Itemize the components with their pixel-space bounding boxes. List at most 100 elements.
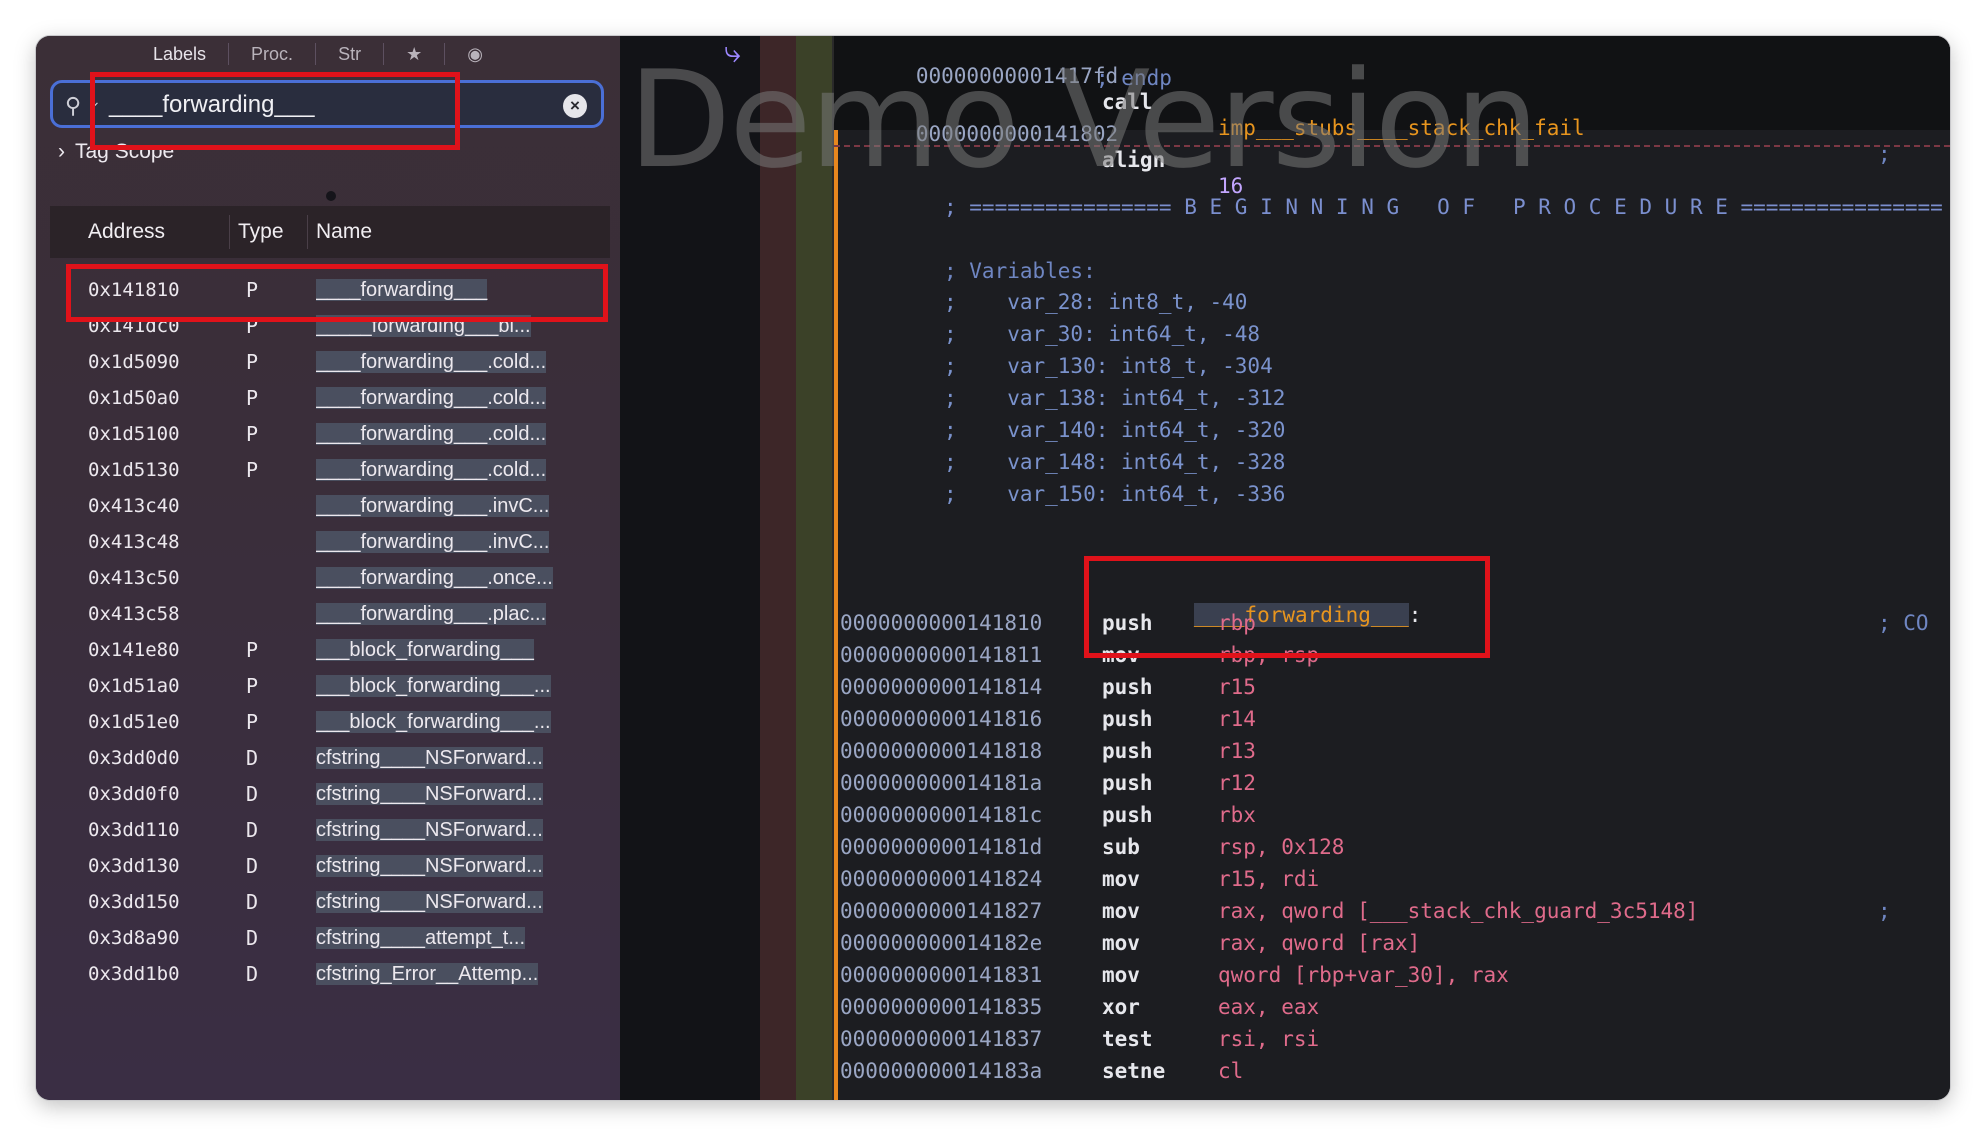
tab-strings[interactable]: Str	[316, 36, 383, 72]
code-line[interactable]: 0000000000141814 push r15	[840, 674, 1256, 700]
code-line[interactable]: 000000000014181d sub rsp, 0x128	[840, 834, 1344, 860]
mnemonic: xor	[1102, 995, 1140, 1019]
operand[interactable]: rsi, rsi	[1218, 1026, 1319, 1052]
table-row[interactable]: 0x1d5130 P ____forwarding___.cold...	[50, 452, 610, 488]
line-address: 000000000014182e	[840, 931, 1043, 955]
row-name-text: cfstring____NSForward...	[316, 746, 543, 769]
table-row[interactable]: 0x3dd150 Dcfstring____NSForward...	[50, 884, 610, 920]
table-row[interactable]: 0x3dd0d0 Dcfstring____NSForward...	[50, 740, 610, 776]
row-address: 0x413c40	[88, 495, 180, 517]
mnemonic: push	[1102, 707, 1153, 731]
operand[interactable]: imp___stubs____stack_chk_fail	[1218, 115, 1585, 141]
column-address[interactable]: Address	[50, 215, 230, 249]
line-address: 000000000014181c	[840, 803, 1043, 827]
code-line[interactable]: 0000000000141818 push r13	[840, 738, 1256, 764]
code-line[interactable]: 0000000000141835 xor eax, eax	[840, 994, 1319, 1020]
table-row[interactable]: 0x413c58 ____forwarding___.plac...	[50, 596, 610, 632]
code-line[interactable]: 000000000014182e mov rax, qword [rax]	[840, 930, 1420, 956]
line-address: 0000000000141810	[840, 611, 1043, 635]
operand[interactable]: r13	[1218, 738, 1256, 764]
row-type: D	[246, 890, 259, 914]
table-row[interactable]: 0x1d50a0 P ____forwarding___.cold...	[50, 380, 610, 416]
table-row[interactable]: 0x3dd0f0 Dcfstring____NSForward...	[50, 776, 610, 812]
table-row[interactable]: 0x1d5100 P ____forwarding___.cold...	[50, 416, 610, 452]
row-name: ____forwarding___.cold...	[316, 386, 586, 410]
row-name: ____forwarding___.once...	[316, 566, 586, 590]
line-address: 000000000014183a	[840, 1059, 1043, 1083]
operand[interactable]: rax, qword [___stack_chk_guard_3c5148]	[1218, 898, 1698, 924]
code-line[interactable]: 0000000000141831 mov qword [rbp+var_30], r…	[840, 962, 1509, 988]
line-address: 0000000000141818	[840, 739, 1043, 763]
code-line[interactable]: 0000000000141810 push rbp; CO	[840, 610, 1929, 636]
operand[interactable]: eax, eax	[1218, 994, 1319, 1020]
row-name-text: ____forwarding___.cold...	[316, 422, 547, 445]
column-name[interactable]: Name	[308, 220, 372, 244]
variable-line: ; var_130: int8_t, -304	[944, 354, 1273, 378]
row-type: D	[246, 854, 259, 878]
table-row[interactable]: 0x3dd130 Dcfstring____NSForward...	[50, 848, 610, 884]
mnemonic: test	[1102, 1027, 1153, 1051]
operand[interactable]: r15	[1218, 674, 1256, 700]
row-type: D	[246, 782, 259, 806]
code-line[interactable]: 0000000000141811 mov rbp, rsp	[840, 642, 1319, 668]
code-line[interactable]: 0000000000141824 mov r15, rdi	[840, 866, 1319, 892]
operand[interactable]: cl	[1218, 1058, 1243, 1084]
table-row[interactable]: 0x413c50 ____forwarding___.once...	[50, 560, 610, 596]
mnemonic: mov	[1102, 931, 1140, 955]
navigation-gutter	[620, 36, 760, 1100]
tag-icon[interactable]: ◉	[445, 36, 505, 72]
operand[interactable]: rbx	[1218, 802, 1256, 828]
table-row[interactable]: 0x413c40 ____forwarding___.invC...	[50, 488, 610, 524]
operand[interactable]: rax, qword [rax]	[1218, 930, 1420, 956]
mnemonic: mov	[1102, 867, 1140, 891]
row-name-text: ___block_forwarding___	[316, 638, 534, 661]
table-row[interactable]: 0x3dd110 Dcfstring____NSForward...	[50, 812, 610, 848]
comment: ; CO	[1878, 611, 1929, 635]
table-row[interactable]: 0x1d51e0 P ___block_forwarding___...	[50, 704, 610, 740]
operand[interactable]: r14	[1218, 706, 1256, 732]
row-address: 0x1d5090	[88, 351, 180, 373]
star-icon[interactable]: ★	[384, 36, 444, 72]
labels-sidebar: Labels Proc. Str ★ ◉ ⚲ ⌄ ____forwarding_…	[36, 36, 620, 1100]
code-line[interactable]: 0000000000141816 push r14	[840, 706, 1256, 732]
code-line[interactable]: 000000000014183a setne cl	[840, 1058, 1243, 1084]
table-row[interactable]: 0x1d5090 P ____forwarding___.cold...	[50, 344, 610, 380]
clear-search-button[interactable]: ×	[563, 94, 587, 118]
table-row[interactable]: 0x1d51a0 P ___block_forwarding___...	[50, 668, 610, 704]
row-name-text: ____forwarding___.cold...	[316, 386, 547, 409]
row-name-text: ___block_forwarding___...	[316, 710, 551, 733]
row-type: P	[246, 350, 259, 374]
table-row[interactable]: 0x141e80 P ___block_forwarding___	[50, 632, 610, 668]
row-name-text: ____forwarding___.invC...	[316, 494, 550, 517]
operand[interactable]: rsp, 0x128	[1218, 834, 1344, 860]
tab-procedures[interactable]: Proc.	[229, 36, 315, 72]
table-row[interactable]: 0x3dd1b0 Dcfstring_Error__Attemp...	[50, 956, 610, 992]
highlight-box-search	[90, 72, 460, 150]
code-line[interactable]: 0000000000141802 align 16	[840, 95, 1243, 198]
operand[interactable]: r12	[1218, 770, 1256, 796]
tab-labels[interactable]: Labels	[131, 36, 228, 72]
code-line[interactable]: 000000000014181a push r12	[840, 770, 1256, 796]
code-line[interactable]: 0000000000141827 mov rax, qword [___stack_…	[840, 898, 1891, 924]
row-address: 0x413c50	[88, 567, 180, 589]
operand[interactable]: qword [rbp+var_30], rax	[1218, 962, 1509, 988]
row-type: P	[246, 422, 259, 446]
search-icon[interactable]: ⚲	[65, 93, 81, 119]
split-handle[interactable]	[326, 191, 336, 201]
line-address: 0000000000141802	[915, 122, 1119, 146]
comment: ;	[1878, 899, 1891, 923]
code-line[interactable]: 000000000014181c push rbx	[840, 802, 1256, 828]
row-address: 0x3dd130	[88, 855, 180, 877]
table-row[interactable]: 0x3d8a90 Dcfstring____attempt_t...	[50, 920, 610, 956]
operand[interactable]: r15, rdi	[1218, 866, 1319, 892]
column-type[interactable]: Type	[230, 215, 308, 249]
row-address: 0x1d51e0	[88, 711, 180, 733]
row-address: 0x3d8a90	[88, 927, 180, 949]
row-type: P	[246, 638, 259, 662]
code-line[interactable]: 0000000000141837 test rsi, rsi	[840, 1026, 1319, 1052]
table-row[interactable]: 0x413c48 ____forwarding___.invC...	[50, 524, 610, 560]
variable-line: ; var_150: int64_t, -336	[944, 482, 1286, 506]
line-address: 0000000000141837	[840, 1027, 1043, 1051]
code-line[interactable]: 00000000001417fd call imp___stubs____sta…	[840, 37, 1891, 166]
breakpoint-gutter[interactable]	[760, 36, 796, 1100]
